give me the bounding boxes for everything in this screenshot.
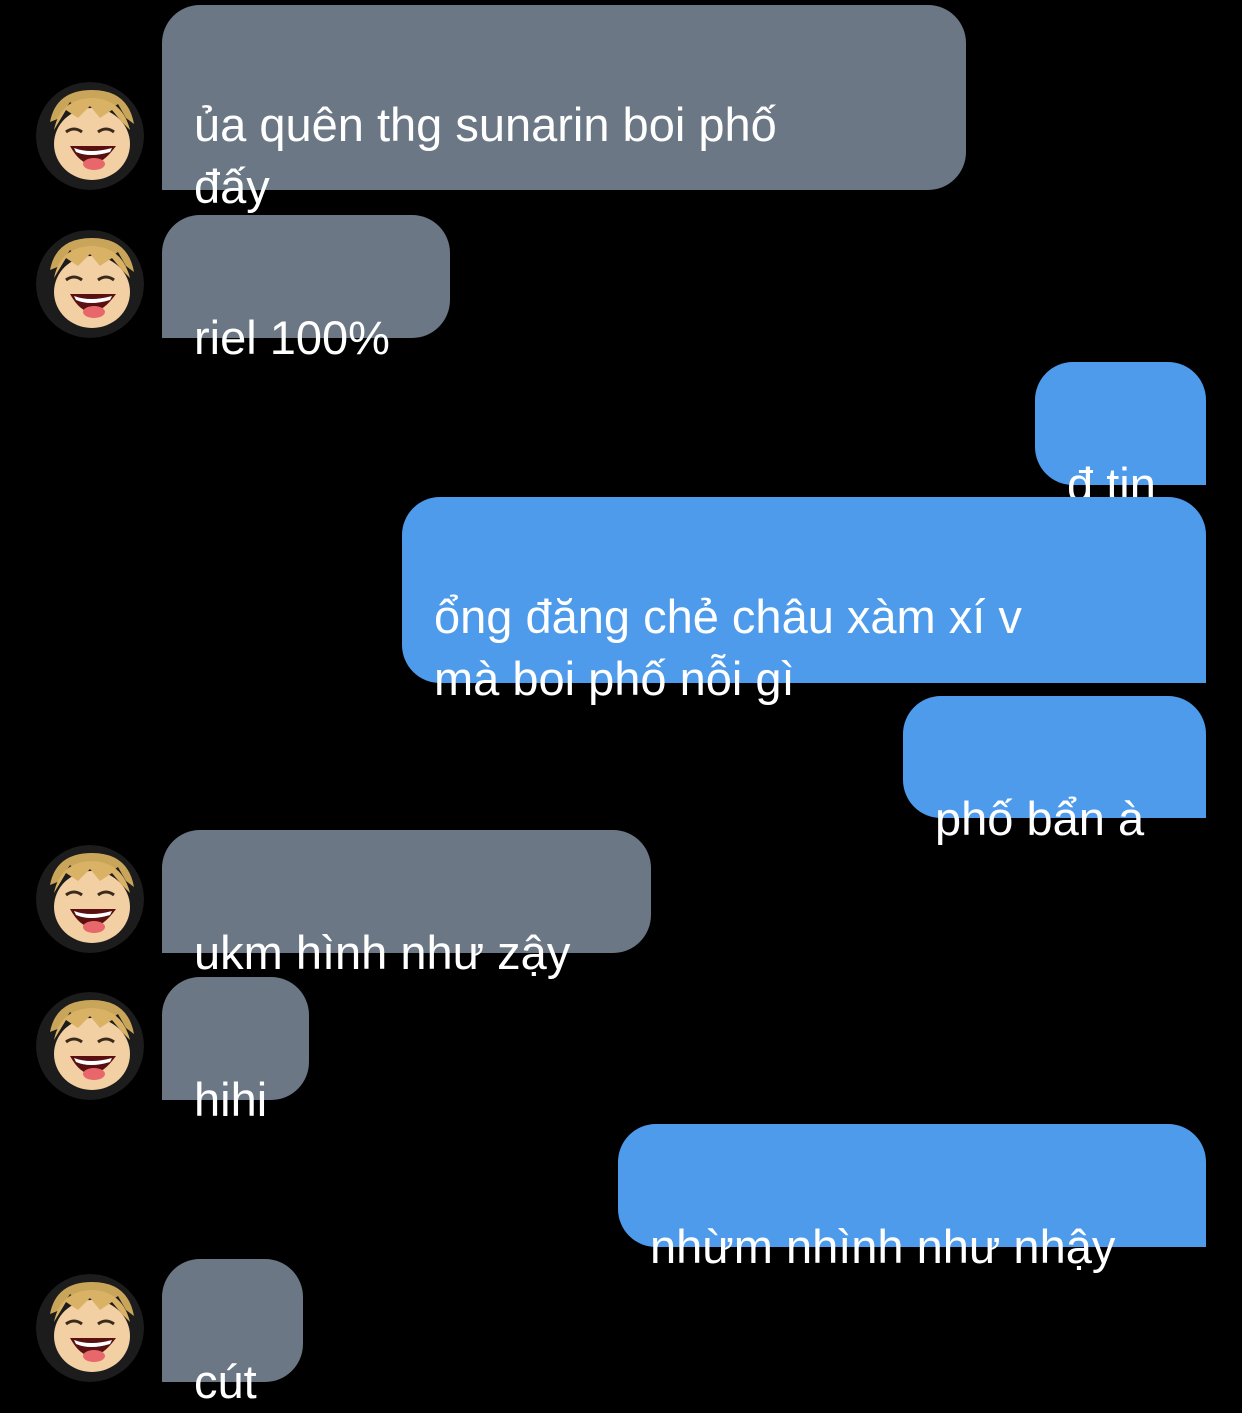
message-bubble-incoming[interactable]: cút xyxy=(162,1259,303,1408)
message-text: ủa quên thg sunarin boi phố đấy xyxy=(194,98,777,213)
avatar-face-icon xyxy=(36,1274,144,1382)
contact-avatar[interactable] xyxy=(36,1274,144,1382)
message-bubble-incoming[interactable]: ukm hình như zậy xyxy=(162,830,651,979)
message-text: ổng đăng chẻ châu xàm xí v mà boi phố nỗ… xyxy=(434,590,1022,705)
message-text: phố bẩn à xyxy=(935,792,1145,845)
avatar-face-icon xyxy=(36,992,144,1100)
message-text: riel 100% xyxy=(194,311,390,364)
message-bubble-outgoing[interactable]: đ tin xyxy=(1035,362,1206,511)
contact-avatar[interactable] xyxy=(36,845,144,953)
message-bubble-outgoing[interactable]: nhừm nhình như nhậy xyxy=(618,1124,1206,1273)
chat-screen: { "messages": [ {"side": "incoming", "te… xyxy=(0,0,1242,1412)
avatar-face-icon xyxy=(36,230,144,338)
message-bubble-outgoing[interactable]: phố bẩn à xyxy=(903,696,1206,845)
avatar-face-icon xyxy=(36,845,144,953)
avatar-face-icon xyxy=(36,82,144,190)
message-text: nhừm nhình như nhậy xyxy=(650,1220,1116,1273)
contact-avatar[interactable] xyxy=(36,82,144,190)
message-bubble-incoming[interactable]: riel 100% xyxy=(162,215,450,364)
contact-avatar[interactable] xyxy=(36,230,144,338)
message-bubble-outgoing[interactable]: ổng đăng chẻ châu xàm xí v mà boi phố nỗ… xyxy=(402,497,1206,705)
message-bubble-incoming[interactable]: hihi xyxy=(162,977,309,1126)
message-text: ukm hình như zậy xyxy=(194,926,571,979)
message-text: cút xyxy=(194,1355,257,1408)
contact-avatar[interactable] xyxy=(36,992,144,1100)
message-text: hihi xyxy=(194,1073,268,1126)
message-bubble-incoming[interactable]: ủa quên thg sunarin boi phố đấy xyxy=(162,5,966,213)
